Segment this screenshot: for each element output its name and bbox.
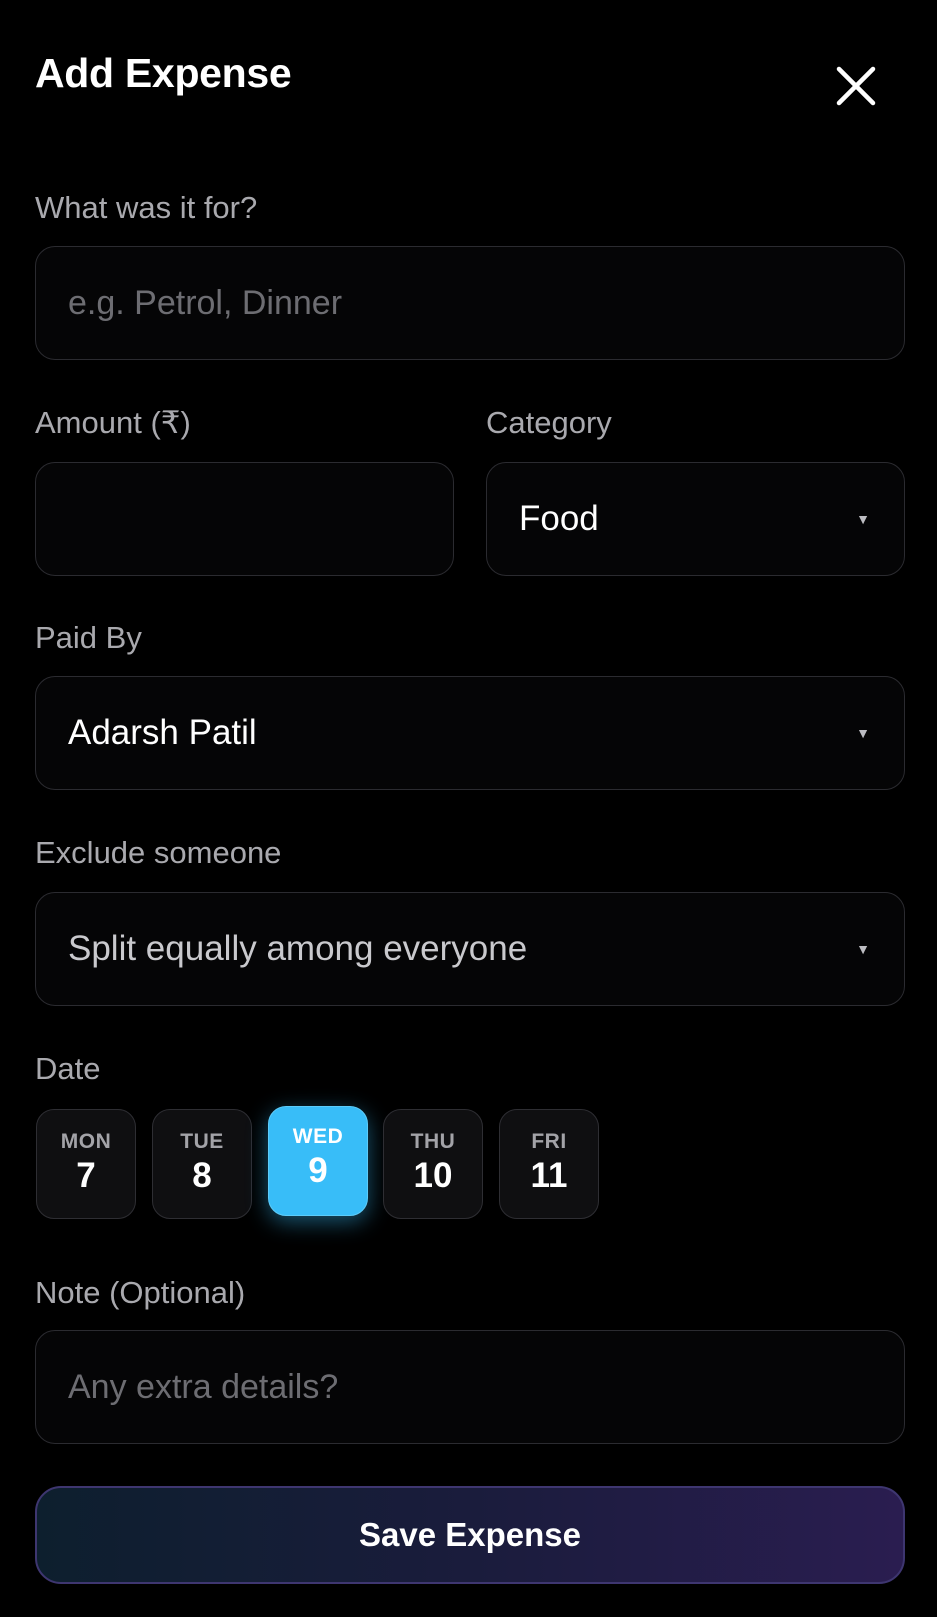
page-title: Add Expense: [35, 50, 292, 96]
description-label: What was it for?: [35, 190, 258, 225]
save-button-label: Save Expense: [359, 1516, 581, 1553]
day-of-week: WED: [292, 1125, 344, 1148]
add-expense-sheet: Add Expense What was it for? Amount (₹) …: [0, 0, 937, 1617]
amount-field-box: [35, 462, 454, 576]
chevron-down-icon: ▼: [856, 511, 870, 527]
day-number: 10: [413, 1156, 453, 1195]
description-field-box: [35, 246, 905, 360]
exclude-label: Exclude someone: [35, 835, 282, 870]
note-field-box: [35, 1330, 905, 1444]
date-option-tue[interactable]: TUE 8: [152, 1109, 252, 1219]
category-select[interactable]: Food ▼: [486, 462, 905, 576]
chevron-down-icon: ▼: [856, 725, 870, 741]
amount-label: Amount (₹): [35, 405, 191, 440]
exclude-select[interactable]: Split equally among everyone ▼: [35, 892, 905, 1006]
category-label: Category: [486, 405, 612, 440]
paid-by-value: Adarsh Patil: [68, 713, 257, 752]
date-option-fri[interactable]: FRI 11: [499, 1109, 599, 1219]
chevron-down-icon: ▼: [856, 941, 870, 957]
day-number: 11: [530, 1156, 568, 1195]
day-number: 8: [192, 1156, 212, 1195]
note-label: Note (Optional): [35, 1275, 246, 1310]
exclude-value: Split equally among everyone: [68, 929, 528, 968]
day-of-week: FRI: [531, 1130, 567, 1153]
close-button[interactable]: [832, 62, 880, 110]
description-input[interactable]: [36, 247, 904, 359]
date-option-wed-selected[interactable]: WED 9: [268, 1106, 368, 1216]
day-number: 9: [308, 1151, 328, 1190]
day-of-week: THU: [410, 1130, 456, 1153]
date-option-mon[interactable]: MON 7: [36, 1109, 136, 1219]
amount-input[interactable]: [36, 463, 453, 575]
save-expense-button[interactable]: Save Expense: [35, 1486, 905, 1584]
paid-by-label: Paid By: [35, 620, 142, 655]
date-label: Date: [35, 1051, 101, 1086]
close-icon: [836, 66, 876, 106]
day-of-week: TUE: [180, 1130, 224, 1153]
paid-by-select[interactable]: Adarsh Patil ▼: [35, 676, 905, 790]
note-input[interactable]: [36, 1331, 904, 1443]
category-value: Food: [519, 499, 599, 538]
day-number: 7: [76, 1156, 96, 1195]
day-of-week: MON: [60, 1130, 112, 1153]
date-option-thu[interactable]: THU 10: [383, 1109, 483, 1219]
